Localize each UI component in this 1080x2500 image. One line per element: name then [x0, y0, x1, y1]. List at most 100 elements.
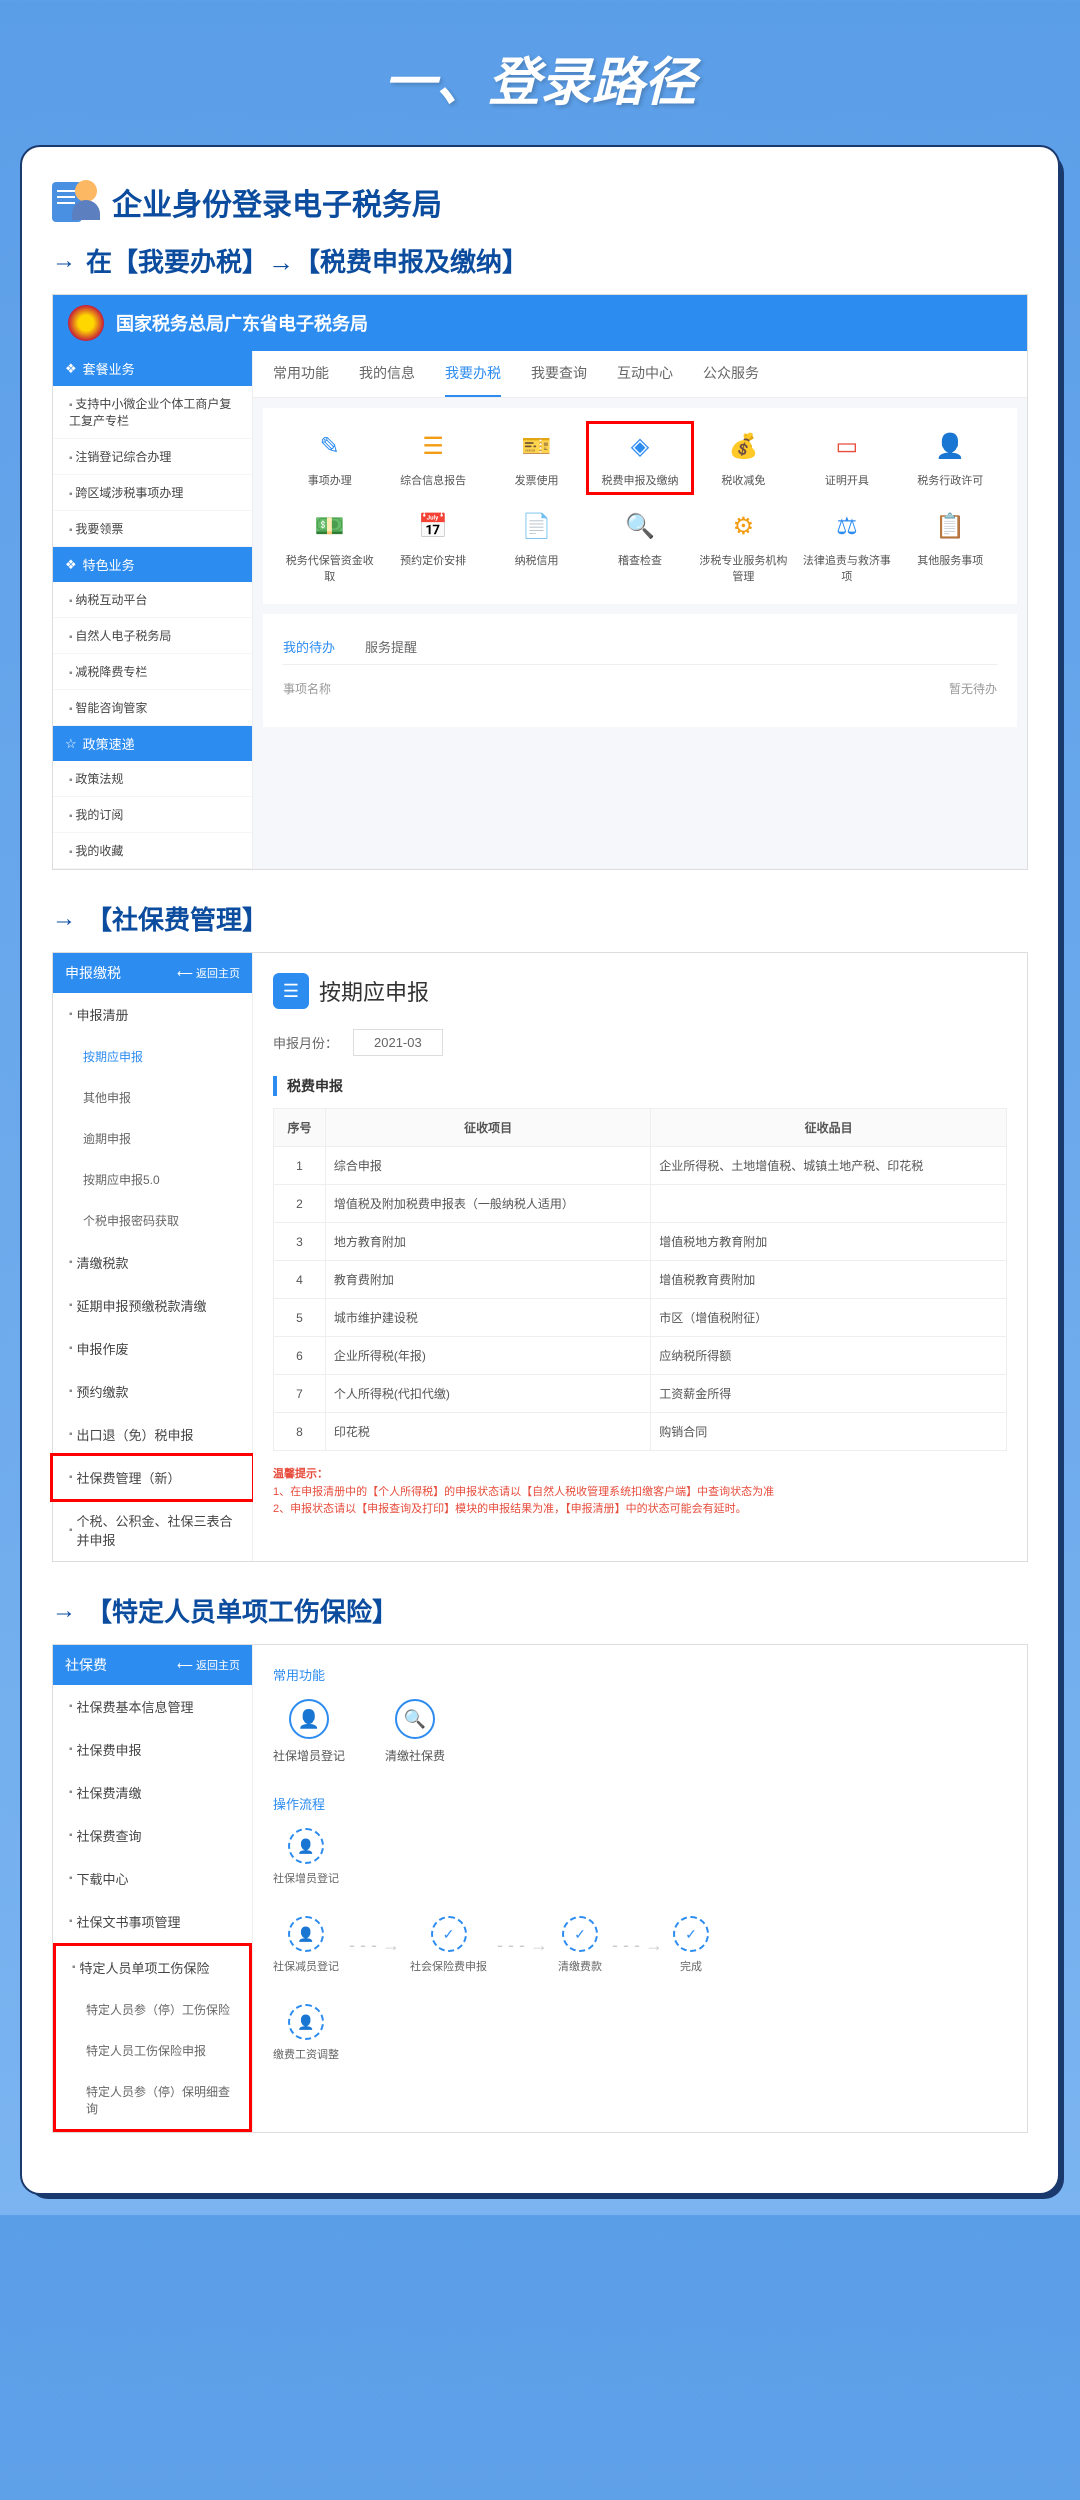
sidebar-item[interactable]: 按期应申报5.0 [53, 1159, 252, 1200]
tab[interactable]: 我要办税 [445, 351, 501, 397]
table-row[interactable]: 1综合申报企业所得税、土地增值税、城镇土地产税、印花税 [274, 1147, 1007, 1185]
ss3-main: 常用功能 👤社保增员登记🔍清缴社保费 操作流程 👤社保增员登记👤社保减员登记👤缴… [253, 1645, 1027, 2132]
todo-tab[interactable]: 服务提醒 [365, 629, 417, 664]
sidebar-item[interactable]: 按期应申报 [53, 1036, 252, 1077]
arrow-icon: → [52, 905, 76, 933]
function-item[interactable]: 🔍清缴社保费 [385, 1699, 445, 1764]
sidebar-item[interactable]: 社保费申报 [53, 1728, 252, 1771]
arrow-icon: - - - → [349, 1935, 400, 1956]
function-icon-item[interactable]: 🎫发票使用 [490, 428, 583, 488]
sidebar-item[interactable]: 智能咨询管家 [53, 690, 252, 726]
function-icon: ☰ [415, 428, 451, 464]
sidebar-item[interactable]: 注销登记综合办理 [53, 439, 252, 475]
sidebar-item[interactable]: 其他申报 [53, 1077, 252, 1118]
function-icon: ▭ [829, 428, 865, 464]
sidebar-item[interactable]: 我的订阅 [53, 797, 252, 833]
function-label: 综合信息报告 [400, 472, 466, 488]
table-row[interactable]: 5城市维护建设税市区（增值税附征） [274, 1299, 1007, 1337]
month-value[interactable]: 2021-03 [353, 1029, 443, 1056]
step2-text: 【社保费管理】 [86, 900, 268, 937]
menu-header-taocan[interactable]: ❖ 套餐业务 [53, 351, 252, 386]
sidebar-item[interactable]: 我要领票 [53, 511, 252, 547]
function-label: 税务代保管资金收取 [283, 552, 376, 584]
function-icon-item[interactable]: ✎事项办理 [283, 428, 376, 488]
sidebar-item[interactable]: 申报清册 [53, 993, 252, 1036]
table-row[interactable]: 7个人所得税(代扣代缴)工资薪金所得 [274, 1375, 1007, 1413]
back-link[interactable]: ⟵ 返回主页 [177, 965, 240, 981]
tax-table: 序号征收项目征收品目 1综合申报企业所得税、土地增值税、城镇土地产税、印花税2增… [273, 1108, 1007, 1451]
todo-panel: 我的待办服务提醒 事项名称 暂无待办 [263, 614, 1017, 727]
tab[interactable]: 互动中心 [617, 351, 673, 397]
function-icon: 👤 [932, 428, 968, 464]
flow-icon: 👤 [288, 2004, 324, 2040]
function-icon-item[interactable]: ⚙涉税专业服务机构管理 [697, 508, 790, 584]
arrow-icon: → [52, 247, 76, 275]
ss1-icon-grid: ✎事项办理 ☰ 综合信息报告 🎫发票使用◈税费申报及缴纳💰税收减免▭证明开具👤税务行政… [263, 408, 1017, 604]
tab[interactable]: 常用功能 [273, 351, 329, 397]
todo-tab[interactable]: 我的待办 [283, 629, 335, 664]
function-icon-item[interactable]: ▭证明开具 [800, 428, 893, 488]
sidebar-item[interactable]: 特定人员参（停）保明细查询 [56, 2071, 249, 2129]
sidebar-item[interactable]: 延期申报预缴税款清缴 [53, 1284, 252, 1327]
ss2-main: ☰ 按期应申报 申报月份： 2021-03 税费申报 序号征收项目征收品目 1综… [253, 953, 1027, 1561]
sidebar-item[interactable]: 政策法规 [53, 761, 252, 797]
function-label: 税收减免 [721, 472, 765, 488]
sidebar-item[interactable]: 减税降费专栏 [53, 654, 252, 690]
menu-header-tese[interactable]: ❖ 特色业务 [53, 547, 252, 582]
table-row[interactable]: 6企业所得税(年报)应纳税所得额 [274, 1337, 1007, 1375]
function-icon: 💵 [312, 508, 348, 544]
table-header: 序号 [274, 1109, 326, 1147]
function-icon-item[interactable]: 💰税收减免 [697, 428, 790, 488]
table-row[interactable]: 4教育费附加增值税教育费附加 [274, 1261, 1007, 1299]
sidebar-item[interactable]: 特定人员参（停）工伤保险 [56, 1989, 249, 2030]
sidebar-item[interactable]: 社保费基本信息管理 [53, 1685, 252, 1728]
function-icon-item[interactable]: 👤税务行政许可 [904, 428, 997, 488]
function-icon-item[interactable]: 📋其他服务事项 [904, 508, 997, 584]
sidebar-item[interactable]: 社保费清缴 [53, 1771, 252, 1814]
todo-label: 事项名称 [283, 680, 331, 697]
function-icon-item[interactable]: 💵 税务代保管资金收取 [283, 508, 376, 584]
sidebar-item[interactable]: 自然人电子税务局 [53, 618, 252, 654]
back-link[interactable]: ⟵ 返回主页 [177, 1657, 240, 1673]
function-item[interactable]: 👤社保增员登记 [273, 1699, 345, 1764]
ss1-title: 国家税务总局广东省电子税务局 [116, 310, 368, 336]
sidebar-item[interactable]: 出口退（免）税申报 [53, 1413, 252, 1456]
sidebar-item[interactable]: 跨区域涉税事项办理 [53, 475, 252, 511]
step3-text: 【特定人员单项工伤保险】 [86, 1592, 398, 1629]
table-row[interactable]: 8印花税购销合同 [274, 1413, 1007, 1451]
function-icon-item[interactable]: 📄纳税信用 [490, 508, 583, 584]
function-icon-item[interactable]: ⚖法律追责与救济事项 [800, 508, 893, 584]
sidebar-item[interactable]: 特定人员单项工伤保险 [56, 1946, 249, 1989]
sidebar-item[interactable]: 特定人员工伤保险申报 [56, 2030, 249, 2071]
sidebar-item[interactable]: 预约缴款 [53, 1370, 252, 1413]
function-icon-item[interactable]: 🔍稽查检查 [593, 508, 686, 584]
function-icon-item[interactable]: 📅预约定价安排 [386, 508, 479, 584]
sidebar-item[interactable]: 个税、公积金、社保三表合并申报 [53, 1499, 252, 1561]
tab[interactable]: 我要查询 [531, 351, 587, 397]
sidebar-item[interactable]: 我的收藏 [53, 833, 252, 869]
function-label: 税费申报及缴纳 [601, 472, 678, 488]
sidebar-item[interactable]: 社保费管理（新） [50, 1453, 255, 1502]
flow-step: ✓清缴费款 [558, 1916, 602, 1974]
sidebar-item[interactable]: 社保文书事项管理 [53, 1900, 252, 1943]
sidebar-item[interactable]: 清缴税款 [53, 1241, 252, 1284]
sidebar-item[interactable]: 社保费查询 [53, 1814, 252, 1857]
tab[interactable]: 我的信息 [359, 351, 415, 397]
function-icon: 📄 [519, 508, 555, 544]
main-card: 企业身份登录电子税务局 → 在【我要办税】→【税费申报及缴纳】 国家税务总局广东… [20, 145, 1060, 2195]
sidebar-item[interactable]: 纳税互动平台 [53, 582, 252, 618]
sidebar-item[interactable]: 支持中小微企业个体工商户复工复产专栏 [53, 386, 252, 439]
heading-row: 企业身份登录电子税务局 [52, 177, 1028, 227]
sidebar-item[interactable]: 下载中心 [53, 1857, 252, 1900]
sidebar-item[interactable]: 逾期申报 [53, 1118, 252, 1159]
tab[interactable]: 公众服务 [703, 351, 759, 397]
table-row[interactable]: 3地方教育附加增值税地方教育附加 [274, 1223, 1007, 1261]
function-icon-item[interactable]: ◈税费申报及缴纳 [586, 421, 693, 495]
sidebar-item[interactable]: 个税申报密码获取 [53, 1200, 252, 1241]
table-row[interactable]: 2增值税及附加税费申报表（一般纳税人适用） [274, 1185, 1007, 1223]
ss1-sidebar: ❖ 套餐业务 支持中小微企业个体工商户复工复产专栏注销登记综合办理跨区域涉税事项… [53, 351, 253, 869]
flow-icon: 👤 [288, 1828, 324, 1864]
function-icon-item[interactable]: ☰ 综合信息报告 [386, 428, 479, 488]
sidebar-item[interactable]: 申报作废 [53, 1327, 252, 1370]
menu-header-zhengce[interactable]: ☆ 政策速递 [53, 726, 252, 761]
